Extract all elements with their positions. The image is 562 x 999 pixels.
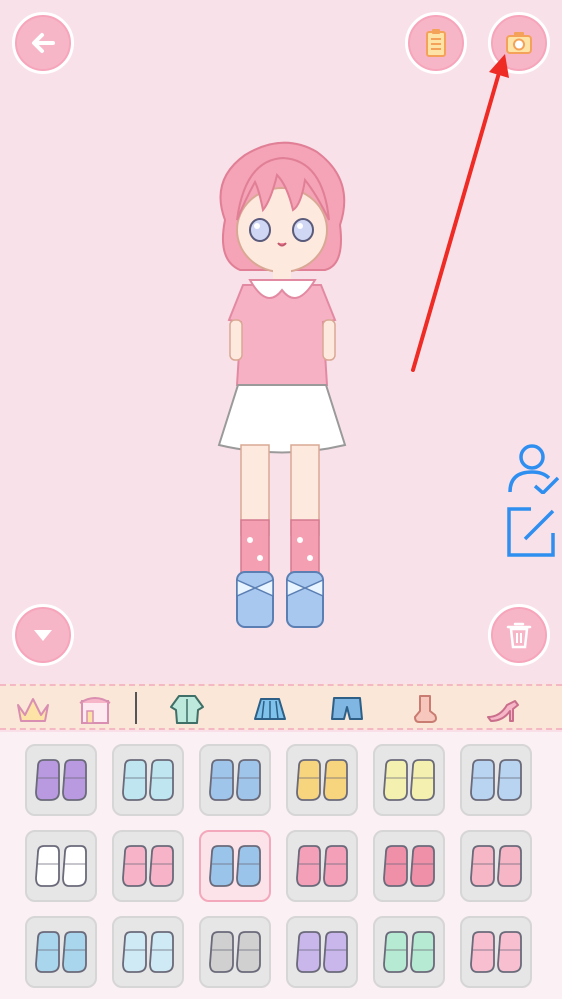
tab-crown[interactable]: [8, 690, 58, 728]
tab-sock[interactable]: [400, 690, 450, 728]
item-pink-slippers[interactable]: [460, 916, 532, 988]
sock-icon: [414, 695, 437, 723]
item-pink-star-shoes[interactable]: [112, 830, 184, 902]
shorts-icon: [331, 697, 363, 720]
item-blue-heart-shoes[interactable]: [199, 744, 271, 816]
edit-icon[interactable]: [505, 505, 559, 559]
purple-pompom-slippers-icon: [35, 759, 87, 801]
mint-pompom-sandals-icon: [383, 931, 435, 973]
category-tab-bar: [0, 684, 562, 730]
pink-slippers-icon: [470, 931, 522, 973]
bear-slippers-icon: [35, 845, 87, 887]
blue-high-boots-icon: [35, 931, 87, 973]
blue-bow-boots-icon: [470, 759, 522, 801]
jacket-icon: [170, 695, 204, 724]
yellow-socks-shoes-icon: [296, 759, 348, 801]
pink-star-shoes-icon: [122, 845, 174, 887]
item-blue-high-boots[interactable]: [25, 916, 97, 988]
tab-high-heel[interactable]: [478, 690, 528, 728]
item-ribbon-sandals[interactable]: [112, 744, 184, 816]
collapse-button[interactable]: [12, 604, 74, 666]
item-mint-pompom-sandals[interactable]: [373, 916, 445, 988]
item-grey-sneakers[interactable]: [199, 916, 271, 988]
dressup-stage: [0, 0, 562, 684]
user-check-icon[interactable]: [505, 440, 559, 494]
item-bunny-boots[interactable]: [112, 916, 184, 988]
pink-sneakers-icon: [470, 845, 522, 887]
item-purple-pompom-slippers[interactable]: [25, 744, 97, 816]
item-blue-bow-boots[interactable]: [460, 744, 532, 816]
item-grid: [0, 732, 562, 999]
trash-icon: [506, 622, 532, 649]
item-pink-frill-boots[interactable]: [373, 830, 445, 902]
pink-frill-boots-icon: [383, 845, 435, 887]
tab-shorts[interactable]: [322, 690, 372, 728]
tab-separator: [135, 692, 137, 724]
bunny-boots-icon: [122, 931, 174, 973]
back-arrow-icon: [32, 33, 55, 53]
item-bear-slippers[interactable]: [25, 830, 97, 902]
tab-shop[interactable]: [70, 690, 120, 728]
blue-boots-icon: [209, 845, 261, 887]
ribbon-sandals-icon: [122, 759, 174, 801]
pink-bow-heels-icon: [296, 845, 348, 887]
high-heel-icon: [487, 700, 519, 722]
skirt-icon: [254, 698, 286, 720]
item-yellow-socks-shoes[interactable]: [286, 744, 358, 816]
item-pink-bow-heels[interactable]: [286, 830, 358, 902]
shop-icon: [79, 697, 111, 724]
cream-flats-icon: [383, 759, 435, 801]
crown-icon: [17, 698, 49, 722]
item-purple-lace-boots[interactable]: [286, 916, 358, 988]
item-pink-sneakers[interactable]: [460, 830, 532, 902]
chevron-down-icon: [34, 630, 52, 641]
trash-button[interactable]: [488, 604, 550, 666]
annotation-arrow: [411, 54, 509, 372]
item-blue-boots[interactable]: [199, 830, 271, 902]
back-button[interactable]: [12, 12, 74, 74]
purple-lace-boots-icon: [296, 931, 348, 973]
tab-skirt[interactable]: [245, 690, 295, 728]
tab-jacket[interactable]: [162, 690, 212, 728]
item-cream-flats[interactable]: [373, 744, 445, 816]
grey-sneakers-icon: [209, 931, 261, 973]
character-figure: [217, 141, 347, 628]
blue-heart-shoes-icon: [209, 759, 261, 801]
